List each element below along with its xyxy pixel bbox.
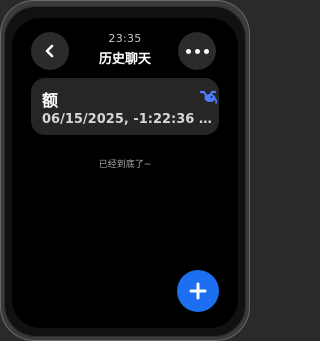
plus-icon [189, 282, 207, 300]
chat-history-item[interactable]: 额 06/15/2025, -1:22:36 PM [31, 78, 219, 135]
model-logo-icon [200, 90, 218, 104]
chat-title: 额 [42, 91, 59, 110]
watch-screen: 23:35 历史聊天 额 06/15/2025, -1:22:36 PM 已经到… [12, 18, 238, 328]
watch-frame: 23:35 历史聊天 额 06/15/2025, -1:22:36 PM 已经到… [0, 0, 250, 341]
list-end-text: 已经到底了~ [98, 160, 152, 170]
more-dots-icon [185, 48, 209, 54]
chat-timestamp: 06/15/2025, -1:22:36 PM [42, 112, 214, 127]
new-chat-button[interactable] [177, 270, 219, 312]
more-button[interactable] [178, 32, 216, 70]
corner-indicator [2, 0, 14, 8]
